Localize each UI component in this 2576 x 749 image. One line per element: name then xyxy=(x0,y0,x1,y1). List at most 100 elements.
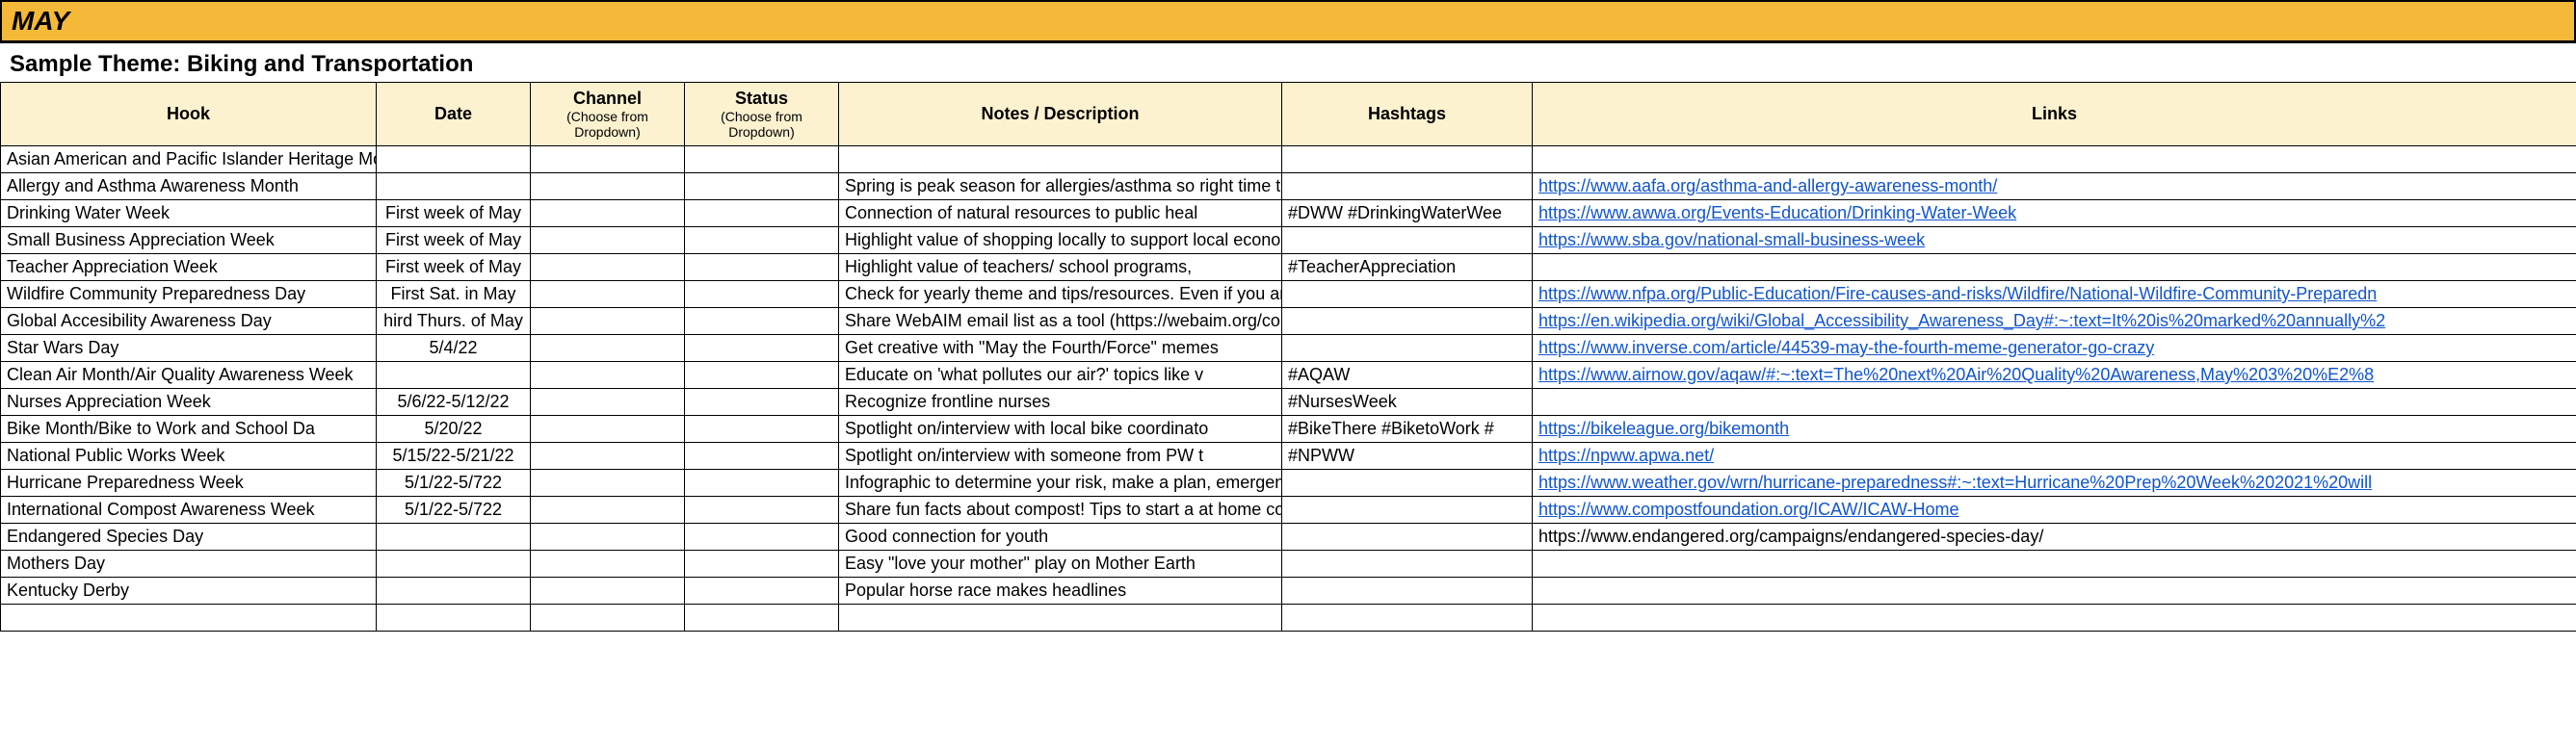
cell-status-dropdown[interactable] xyxy=(685,551,839,578)
cell-status-dropdown[interactable] xyxy=(685,227,839,254)
cell-hashtags[interactable] xyxy=(1282,470,1533,497)
cell-hook[interactable]: Mothers Day xyxy=(1,551,377,578)
cell-status-dropdown[interactable] xyxy=(685,443,839,470)
cell-link[interactable]: https://www.airnow.gov/aqaw/#:~:text=The… xyxy=(1533,362,2576,389)
cell-notes[interactable]: Recognize frontline nurses xyxy=(839,389,1282,416)
link-anchor[interactable]: https://www.weather.gov/wrn/hurricane-pr… xyxy=(1538,473,2372,492)
cell-notes[interactable]: Popular horse race makes headlines xyxy=(839,578,1282,605)
cell-status-dropdown[interactable] xyxy=(685,308,839,335)
cell-link[interactable]: https://www.weather.gov/wrn/hurricane-pr… xyxy=(1533,470,2576,497)
cell-channel-dropdown[interactable] xyxy=(531,335,685,362)
cell-notes[interactable]: Share fun facts about compost! Tips to s… xyxy=(839,497,1282,524)
cell-date[interactable]: 5/4/22 xyxy=(377,335,531,362)
cell-date[interactable] xyxy=(377,605,531,632)
cell-status-dropdown[interactable] xyxy=(685,605,839,632)
cell-link[interactable]: https://www.sba.gov/national-small-busin… xyxy=(1533,227,2576,254)
cell-date[interactable]: 5/15/22-5/21/22 xyxy=(377,443,531,470)
cell-date[interactable]: First week of May xyxy=(377,254,531,281)
cell-link[interactable]: https://www.nfpa.org/Public-Education/Fi… xyxy=(1533,281,2576,308)
cell-hook[interactable]: Wildfire Community Preparedness Day xyxy=(1,281,377,308)
cell-channel-dropdown[interactable] xyxy=(531,443,685,470)
cell-channel-dropdown[interactable] xyxy=(531,146,685,173)
cell-channel-dropdown[interactable] xyxy=(531,578,685,605)
cell-channel-dropdown[interactable] xyxy=(531,551,685,578)
cell-notes[interactable]: Spring is peak season for allergies/asth… xyxy=(839,173,1282,200)
cell-notes[interactable]: Highlight value of teachers/ school prog… xyxy=(839,254,1282,281)
cell-link[interactable] xyxy=(1533,254,2576,281)
cell-channel-dropdown[interactable] xyxy=(531,173,685,200)
cell-hashtags[interactable]: #TeacherAppreciation xyxy=(1282,254,1533,281)
cell-hashtags[interactable] xyxy=(1282,524,1533,551)
cell-link[interactable] xyxy=(1533,389,2576,416)
cell-notes[interactable]: Connection of natural resources to publi… xyxy=(839,200,1282,227)
cell-channel-dropdown[interactable] xyxy=(531,281,685,308)
cell-hashtags[interactable] xyxy=(1282,497,1533,524)
cell-hook[interactable]: National Public Works Week xyxy=(1,443,377,470)
cell-channel-dropdown[interactable] xyxy=(531,362,685,389)
link-anchor[interactable]: https://en.wikipedia.org/wiki/Global_Acc… xyxy=(1538,311,2385,330)
link-anchor[interactable]: https://www.compostfoundation.org/ICAW/I… xyxy=(1538,500,1959,519)
cell-status-dropdown[interactable] xyxy=(685,389,839,416)
cell-date[interactable]: 5/1/22-5/722 xyxy=(377,470,531,497)
cell-date[interactable]: First week of May xyxy=(377,227,531,254)
cell-hashtags[interactable] xyxy=(1282,335,1533,362)
cell-notes[interactable]: Get creative with "May the Fourth/Force"… xyxy=(839,335,1282,362)
cell-date[interactable]: 5/1/22-5/722 xyxy=(377,497,531,524)
cell-status-dropdown[interactable] xyxy=(685,524,839,551)
cell-date[interactable]: 5/20/22 xyxy=(377,416,531,443)
link-anchor[interactable]: https://www.airnow.gov/aqaw/#:~:text=The… xyxy=(1538,365,2374,384)
cell-date[interactable] xyxy=(377,551,531,578)
cell-link[interactable]: https://www.endangered.org/campaigns/end… xyxy=(1533,524,2576,551)
cell-hashtags[interactable]: #NursesWeek xyxy=(1282,389,1533,416)
cell-channel-dropdown[interactable] xyxy=(531,227,685,254)
cell-hashtags[interactable]: #AQAW xyxy=(1282,362,1533,389)
cell-hashtags[interactable] xyxy=(1282,281,1533,308)
link-anchor[interactable]: https://www.awwa.org/Events-Education/Dr… xyxy=(1538,203,2016,222)
cell-status-dropdown[interactable] xyxy=(685,362,839,389)
cell-hook[interactable]: Global Accesibility Awareness Day xyxy=(1,308,377,335)
cell-hook[interactable]: Hurricane Preparedness Week xyxy=(1,470,377,497)
link-anchor[interactable]: https://www.nfpa.org/Public-Education/Fi… xyxy=(1538,284,2377,303)
cell-status-dropdown[interactable] xyxy=(685,173,839,200)
cell-link[interactable]: https://npww.apwa.net/ xyxy=(1533,443,2576,470)
cell-status-dropdown[interactable] xyxy=(685,497,839,524)
cell-status-dropdown[interactable] xyxy=(685,470,839,497)
cell-status-dropdown[interactable] xyxy=(685,254,839,281)
link-anchor[interactable]: https://www.sba.gov/national-small-busin… xyxy=(1538,230,1925,249)
cell-hashtags[interactable] xyxy=(1282,308,1533,335)
cell-hook[interactable]: Endangered Species Day xyxy=(1,524,377,551)
cell-channel-dropdown[interactable] xyxy=(531,254,685,281)
cell-date[interactable] xyxy=(377,524,531,551)
cell-hashtags[interactable]: #BikeThere #BiketoWork # xyxy=(1282,416,1533,443)
cell-link[interactable] xyxy=(1533,146,2576,173)
cell-channel-dropdown[interactable] xyxy=(531,524,685,551)
cell-link[interactable]: https://www.compostfoundation.org/ICAW/I… xyxy=(1533,497,2576,524)
cell-link[interactable] xyxy=(1533,578,2576,605)
cell-date[interactable]: hird Thurs. of May xyxy=(377,308,531,335)
cell-hook[interactable] xyxy=(1,605,377,632)
cell-status-dropdown[interactable] xyxy=(685,578,839,605)
cell-link[interactable]: https://www.awwa.org/Events-Education/Dr… xyxy=(1533,200,2576,227)
cell-channel-dropdown[interactable] xyxy=(531,470,685,497)
cell-notes[interactable]: Share WebAIM email list as a tool (https… xyxy=(839,308,1282,335)
cell-date[interactable]: First week of May xyxy=(377,200,531,227)
cell-hook[interactable]: Kentucky Derby xyxy=(1,578,377,605)
cell-notes[interactable] xyxy=(839,146,1282,173)
link-anchor[interactable]: https://npww.apwa.net/ xyxy=(1538,446,1714,465)
cell-link[interactable]: https://www.aafa.org/asthma-and-allergy-… xyxy=(1533,173,2576,200)
cell-hook[interactable]: Nurses Appreciation Week xyxy=(1,389,377,416)
cell-date[interactable] xyxy=(377,578,531,605)
cell-hashtags[interactable] xyxy=(1282,578,1533,605)
cell-hashtags[interactable] xyxy=(1282,173,1533,200)
cell-notes[interactable] xyxy=(839,605,1282,632)
cell-date[interactable]: First Sat. in May xyxy=(377,281,531,308)
cell-channel-dropdown[interactable] xyxy=(531,200,685,227)
cell-hashtags[interactable] xyxy=(1282,551,1533,578)
cell-hook[interactable]: Drinking Water Week xyxy=(1,200,377,227)
cell-notes[interactable]: Good connection for youth xyxy=(839,524,1282,551)
cell-date[interactable] xyxy=(377,173,531,200)
cell-channel-dropdown[interactable] xyxy=(531,497,685,524)
cell-hook[interactable]: International Compost Awareness Week xyxy=(1,497,377,524)
cell-status-dropdown[interactable] xyxy=(685,335,839,362)
cell-notes[interactable]: Highlight value of shopping locally to s… xyxy=(839,227,1282,254)
